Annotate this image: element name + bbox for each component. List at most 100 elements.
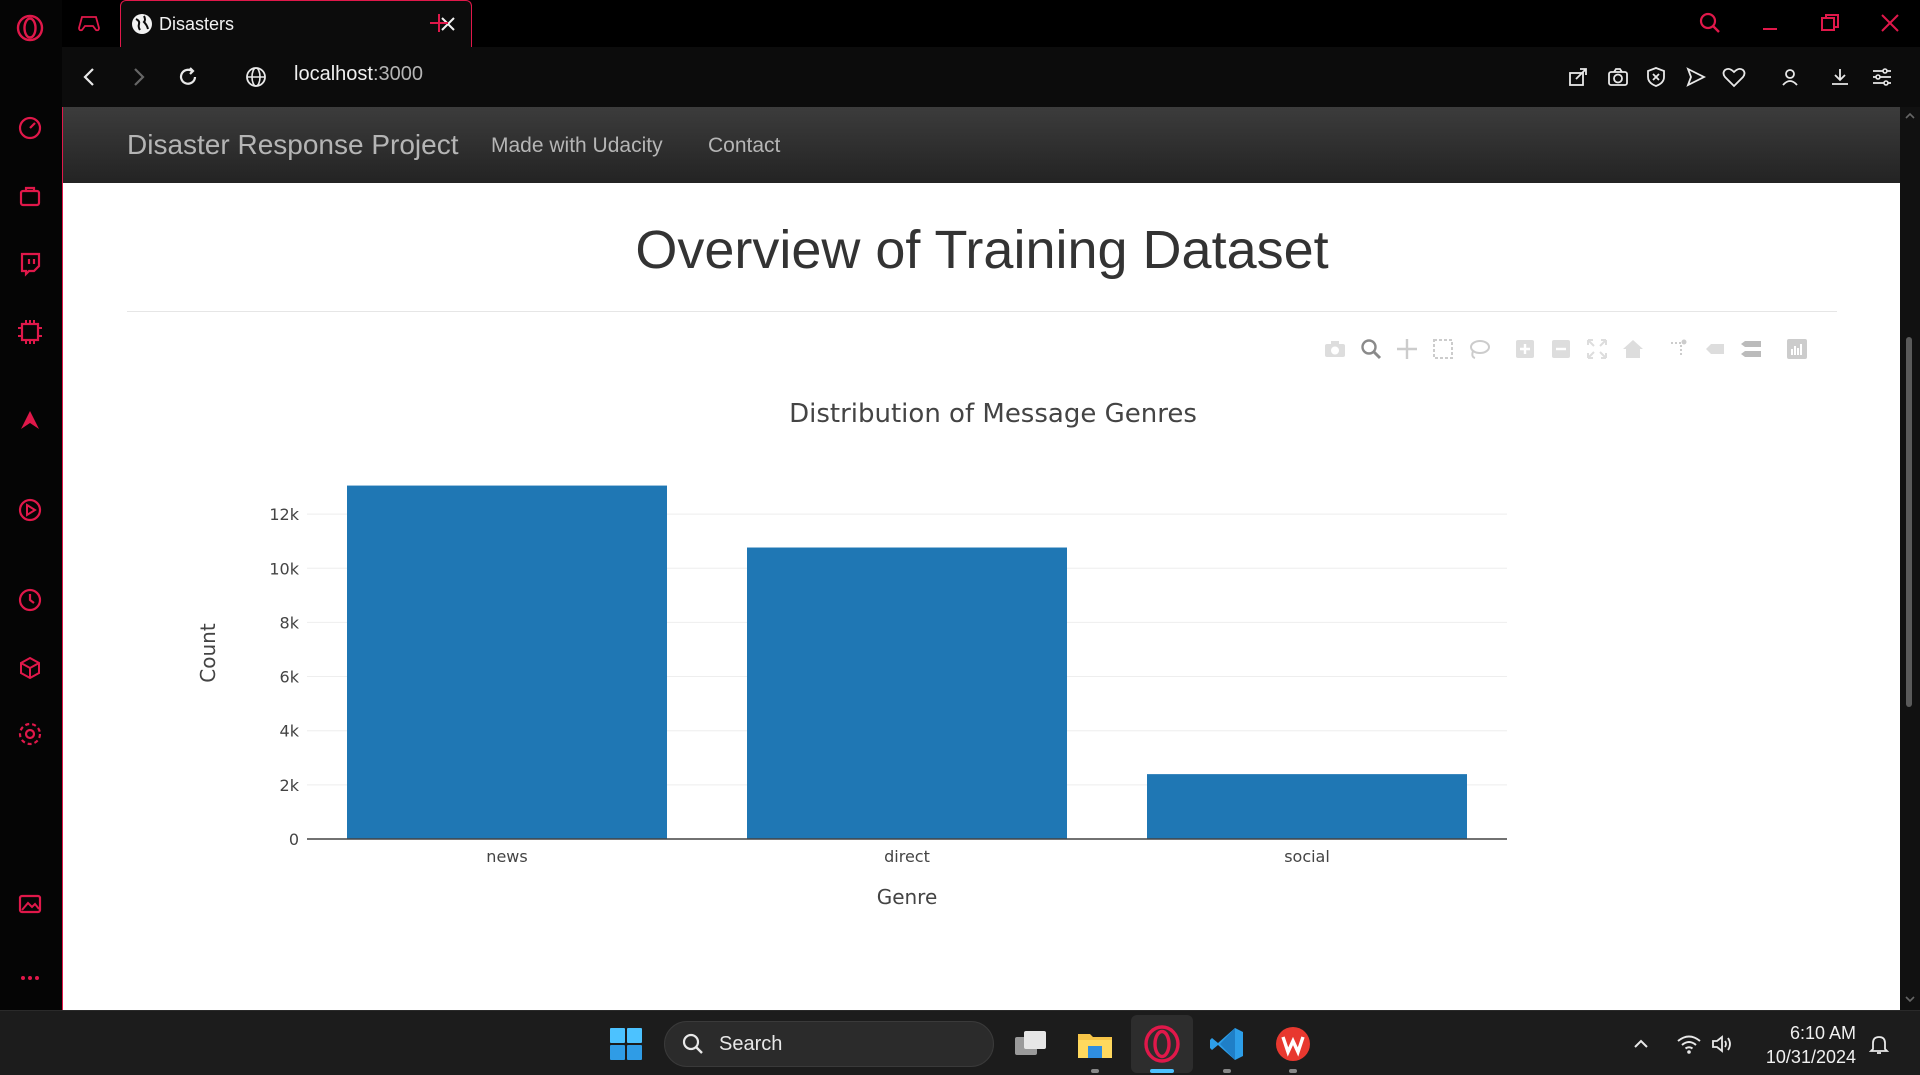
bookmark-heart-icon[interactable] xyxy=(1720,63,1748,91)
y-tick-label: 10k xyxy=(269,559,299,578)
chart-svg: 0 2k 4k 6k 8k 10k 12k news direct social Genre Coun… xyxy=(196,485,1507,909)
volume-icon[interactable] xyxy=(1702,1023,1744,1065)
tab-strip: Disasters xyxy=(62,0,1920,47)
easy-setup-icon[interactable] xyxy=(1868,63,1896,91)
address-bar: localhost:3000 xyxy=(62,47,1920,107)
more-dots-icon[interactable] xyxy=(14,962,46,994)
reload-icon[interactable] xyxy=(172,61,204,93)
box-select-icon[interactable] xyxy=(1429,335,1457,363)
gallery-icon[interactable] xyxy=(14,888,46,920)
notification-bell-icon[interactable] xyxy=(1858,1023,1900,1065)
reset-axes-home-icon[interactable] xyxy=(1619,335,1647,363)
autoscale-icon[interactable] xyxy=(1583,335,1611,363)
taskbar-search[interactable]: Search xyxy=(664,1021,994,1067)
lasso-select-icon[interactable] xyxy=(1465,335,1493,363)
zoom-out-icon[interactable] xyxy=(1547,335,1575,363)
tab-disasters[interactable]: Disasters xyxy=(120,0,472,47)
downloads-icon[interactable] xyxy=(1826,63,1854,91)
genre-bar-chart: Distribution of Message Genres 0 2k 4k 6k 8k… xyxy=(163,367,1823,1010)
minimize-icon[interactable] xyxy=(1750,6,1790,40)
zoom-icon[interactable] xyxy=(1357,335,1385,363)
y-tick-label: 8k xyxy=(280,613,300,632)
clock-date: 10/31/2024 xyxy=(1765,1047,1856,1067)
forward-icon[interactable] xyxy=(122,61,154,93)
y-axis-title: Count xyxy=(196,623,220,683)
send-flow-icon[interactable] xyxy=(1682,63,1710,91)
player-icon[interactable] xyxy=(14,494,46,526)
page-title: Overview of Training Dataset xyxy=(635,220,1329,280)
nav-link-contact[interactable]: Contact xyxy=(708,134,780,158)
tray-overflow-chevron-icon[interactable] xyxy=(1620,1023,1662,1065)
gamepad-icon[interactable] xyxy=(74,8,104,38)
vscode-icon[interactable] xyxy=(1206,1023,1248,1065)
navbar-brand[interactable]: Disaster Response Project xyxy=(127,129,458,161)
settings-gear-icon[interactable] xyxy=(14,718,46,750)
x-tick-label: social xyxy=(1284,847,1330,866)
bar-news[interactable] xyxy=(347,485,667,839)
system-clock[interactable]: 6:10 AM 10/31/2024 xyxy=(1766,1021,1856,1069)
spike-lines-icon[interactable] xyxy=(1665,335,1693,363)
globe-favicon-icon xyxy=(132,14,152,34)
url-host: localhost xyxy=(294,63,373,85)
taskbar-search-icon xyxy=(682,1033,703,1054)
y-tick-label: 2k xyxy=(280,776,300,795)
site-navbar: Disaster Response Project Made with Udac… xyxy=(63,107,1900,183)
url-port: :3000 xyxy=(372,63,423,85)
scroll-thumb[interactable] xyxy=(1906,337,1912,707)
pan-icon[interactable] xyxy=(1393,335,1421,363)
search-tabs-icon[interactable] xyxy=(1690,6,1730,40)
y-tick-label: 12k xyxy=(269,505,299,524)
close-window-icon[interactable] xyxy=(1870,6,1910,40)
restore-icon[interactable] xyxy=(1810,6,1850,40)
profile-icon[interactable] xyxy=(1776,63,1804,91)
tab-title: Disasters xyxy=(159,13,235,34)
y-tick-label: 4k xyxy=(280,722,300,741)
plotly-logo-icon[interactable] xyxy=(1783,335,1811,363)
url-field[interactable]: localhost:3000 xyxy=(294,63,423,86)
x-tick-label: news xyxy=(486,847,527,866)
aria-icon[interactable] xyxy=(14,404,46,436)
file-explorer-icon[interactable] xyxy=(1074,1023,1116,1065)
download-plot-camera-icon[interactable] xyxy=(1321,335,1349,363)
page-scrollbar[interactable] xyxy=(1900,107,1920,1010)
page-viewport: Disaster Response Project Made with Udac… xyxy=(62,107,1900,1010)
new-tab-icon[interactable] xyxy=(424,8,454,38)
wps-office-icon[interactable] xyxy=(1272,1023,1314,1065)
opera-active-indicator xyxy=(1150,1069,1174,1073)
back-icon[interactable] xyxy=(74,61,106,93)
bar-direct[interactable] xyxy=(747,547,1067,839)
hover-compare-icon[interactable] xyxy=(1737,335,1765,363)
title-divider xyxy=(127,311,1837,312)
opera-taskbar-icon[interactable] xyxy=(1141,1023,1183,1065)
extensions-cube-icon[interactable] xyxy=(14,652,46,684)
x-axis-title: Genre xyxy=(877,885,938,909)
share-icon[interactable] xyxy=(1564,63,1592,91)
vscode-running-indicator xyxy=(1223,1069,1231,1073)
hover-closest-icon[interactable] xyxy=(1701,335,1729,363)
windows-taskbar: Search 6:10 AM 10/31/2024 xyxy=(0,1010,1920,1075)
nav-link-udacity[interactable]: Made with Udacity xyxy=(491,134,663,158)
speed-dial-icon[interactable] xyxy=(14,112,46,144)
zoom-in-icon[interactable] xyxy=(1511,335,1539,363)
opera-logo-icon[interactable] xyxy=(14,12,46,44)
windows-start-icon[interactable] xyxy=(605,1023,647,1065)
history-icon[interactable] xyxy=(14,584,46,616)
x-tick-label: direct xyxy=(884,847,930,866)
plot-modebar xyxy=(1321,335,1819,363)
task-view-icon[interactable] xyxy=(1010,1023,1052,1065)
screen: Disasters localhost:3000 Disaster Respon… xyxy=(0,0,1920,1075)
y-tick-label: 0 xyxy=(289,830,299,849)
cpu-limiter-icon[interactable] xyxy=(14,316,46,348)
shopping-bag-icon[interactable] xyxy=(14,180,46,212)
bar-social[interactable] xyxy=(1147,774,1467,839)
taskbar-search-label: Search xyxy=(719,1032,783,1055)
site-info-globe-icon[interactable] xyxy=(240,61,272,93)
adblock-shield-icon[interactable] xyxy=(1642,63,1670,91)
browser-sidebar xyxy=(0,0,62,1010)
explorer-running-indicator xyxy=(1091,1069,1099,1073)
clock-time: 6:10 AM xyxy=(1789,1023,1856,1043)
y-tick-label: 6k xyxy=(280,668,300,687)
snapshot-camera-icon[interactable] xyxy=(1604,63,1632,91)
wps-running-indicator xyxy=(1289,1069,1297,1073)
twitch-icon[interactable] xyxy=(14,248,46,280)
